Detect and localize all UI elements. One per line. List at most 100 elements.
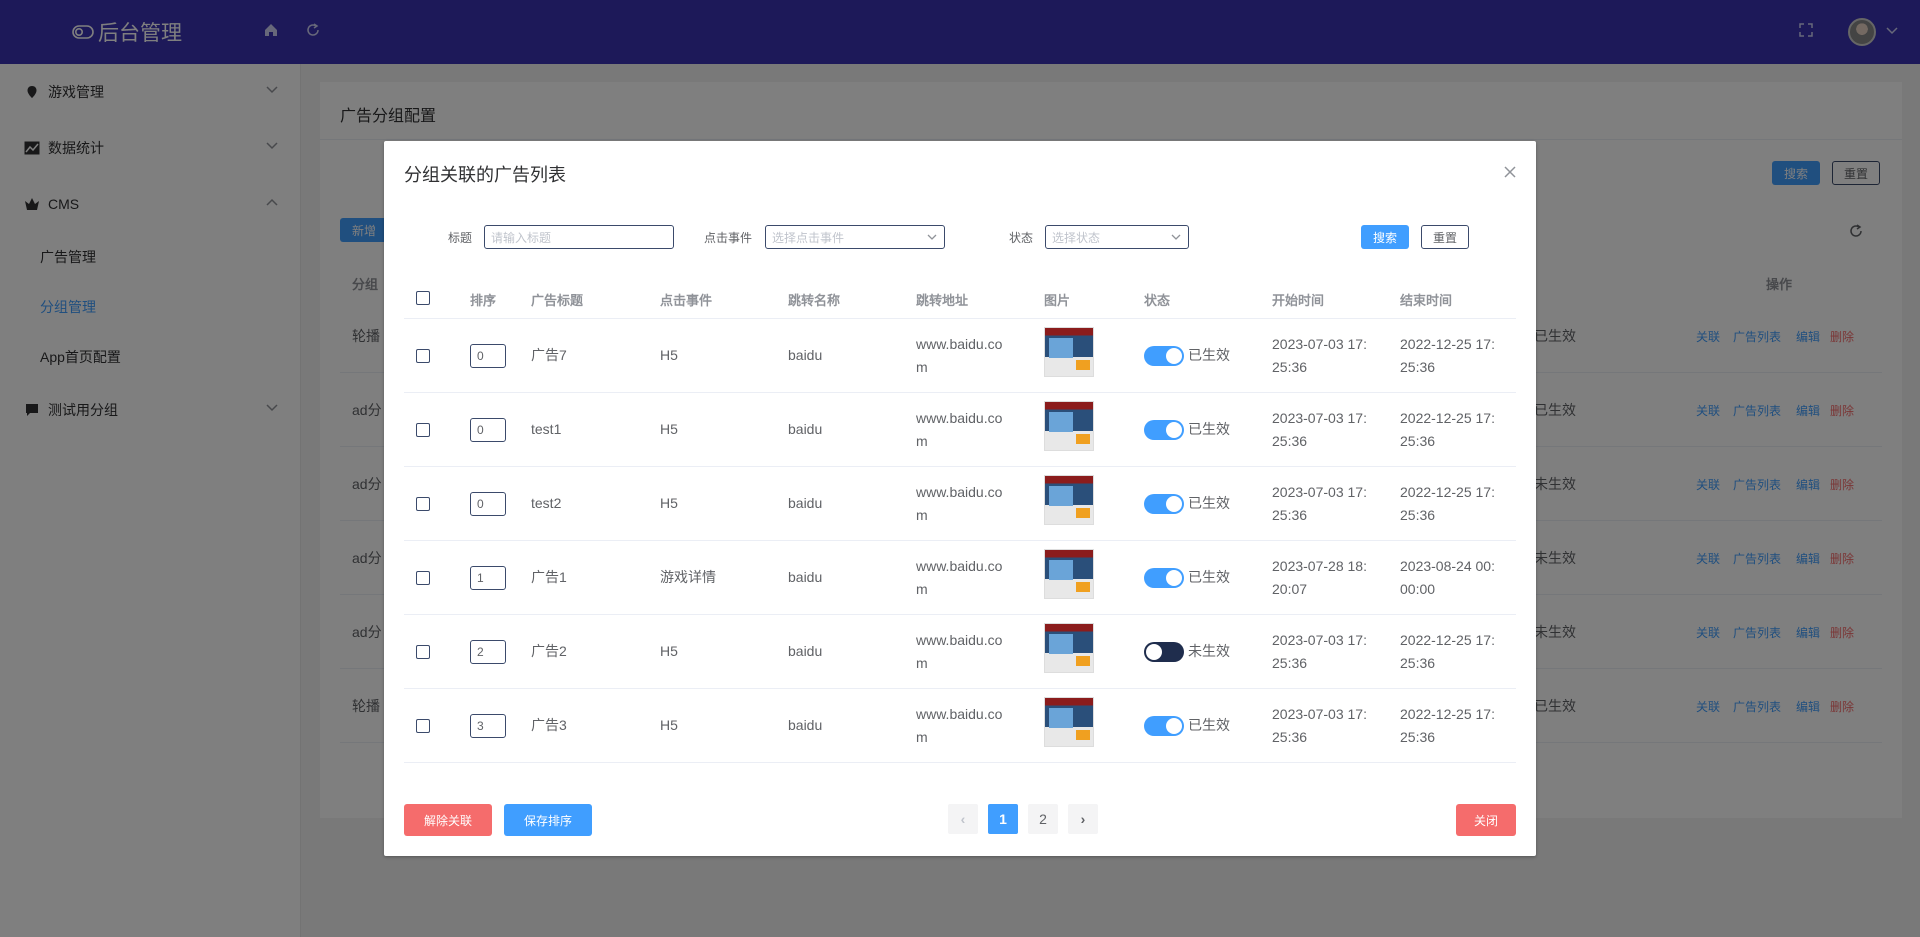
status-text: 已生效 bbox=[1188, 421, 1230, 437]
start-time-line: 2023-07-28 18: bbox=[1272, 558, 1367, 574]
ad-image-thumbnail[interactable] bbox=[1044, 401, 1094, 451]
close-icon[interactable] bbox=[1504, 166, 1516, 178]
select-all-checkbox[interactable] bbox=[416, 291, 430, 305]
end-time: 2023-08-24 00: 00:00 bbox=[1400, 555, 1495, 601]
column-header-end-time: 结束时间 bbox=[1400, 293, 1453, 308]
dialog-search-button[interactable]: 搜索 bbox=[1361, 225, 1409, 249]
jump-name: baidu bbox=[788, 643, 823, 659]
table-row: 0 test2 H5 baidu www.baidu.co m 已生效 2023-07-03 … bbox=[404, 467, 1516, 541]
row-checkbox[interactable] bbox=[416, 645, 430, 659]
ad-image-thumbnail[interactable] bbox=[1044, 475, 1094, 525]
toggle-knob bbox=[1146, 644, 1162, 660]
click-event: 游戏详情 bbox=[660, 569, 716, 585]
end-time: 2022-12-25 17: 25:36 bbox=[1400, 407, 1495, 453]
start-time: 2023-07-03 17: 25:36 bbox=[1272, 629, 1367, 675]
sort-order-input[interactable]: 0 bbox=[470, 418, 506, 442]
table-header: 排序 广告标题 点击事件 跳转名称 跳转地址 图片 状态 开始时间 结束时间 bbox=[404, 277, 1516, 319]
status-toggle[interactable] bbox=[1144, 716, 1184, 736]
dialog-reset-button[interactable]: 重置 bbox=[1421, 225, 1469, 249]
table-row: 1 广告1 游戏详情 baidu www.baidu.co m 已生效 2023-07-28 … bbox=[404, 541, 1516, 615]
column-header-url: 跳转地址 bbox=[916, 293, 969, 308]
jump-url-line: m bbox=[916, 359, 928, 375]
sort-order-input[interactable]: 1 bbox=[470, 566, 506, 590]
jump-name: baidu bbox=[788, 717, 823, 733]
start-time-line: 2023-07-03 17: bbox=[1272, 336, 1367, 352]
pagination-next-button[interactable]: › bbox=[1068, 804, 1098, 834]
start-time-line: 25:36 bbox=[1272, 655, 1308, 671]
jump-url-line: m bbox=[916, 581, 928, 597]
pagination-page-2[interactable]: 2 bbox=[1028, 804, 1058, 834]
jump-name: baidu bbox=[788, 569, 823, 585]
toggle-knob bbox=[1166, 570, 1182, 586]
table-row: 0 广告7 H5 baidu www.baidu.co m 已生效 2023-07-03 17… bbox=[404, 319, 1516, 393]
sort-order-input[interactable]: 0 bbox=[470, 492, 506, 516]
jump-url-line: m bbox=[916, 729, 928, 745]
status-toggle[interactable] bbox=[1144, 642, 1184, 662]
end-time-line: 25:36 bbox=[1400, 359, 1436, 375]
sort-order-input[interactable]: 3 bbox=[470, 714, 506, 738]
ad-image-thumbnail[interactable] bbox=[1044, 327, 1094, 377]
jump-url: www.baidu.co m bbox=[916, 629, 1002, 675]
row-checkbox[interactable] bbox=[416, 571, 430, 585]
ad-image-thumbnail[interactable] bbox=[1044, 549, 1094, 599]
close-button[interactable]: 关闭 bbox=[1456, 804, 1516, 836]
jump-url-line: www.baidu.co bbox=[916, 706, 1003, 722]
jump-url: www.baidu.co m bbox=[916, 703, 1002, 749]
status-toggle[interactable] bbox=[1144, 346, 1184, 366]
click-event: H5 bbox=[660, 421, 678, 437]
event-filter-label: 点击事件 bbox=[704, 231, 753, 245]
start-time-line: 2023-07-03 17: bbox=[1272, 632, 1367, 648]
toggle-knob bbox=[1166, 422, 1182, 438]
column-header-event: 点击事件 bbox=[660, 293, 713, 308]
start-time-line: 20:07 bbox=[1272, 581, 1308, 597]
end-time-line: 2022-12-25 17: bbox=[1400, 336, 1495, 352]
start-time-line: 25:36 bbox=[1272, 359, 1308, 375]
start-time: 2023-07-03 17: 25:36 bbox=[1272, 481, 1367, 527]
status-toggle[interactable] bbox=[1144, 420, 1184, 440]
ad-image-thumbnail[interactable] bbox=[1044, 697, 1094, 747]
row-checkbox[interactable] bbox=[416, 423, 430, 437]
status-text: 已生效 bbox=[1188, 347, 1230, 363]
table-row: 3 广告3 H5 baidu www.baidu.co m 已生效 2023-07-03 17… bbox=[404, 689, 1516, 763]
save-sort-button[interactable]: 保存排序 bbox=[504, 804, 592, 836]
sort-order-input[interactable]: 2 bbox=[470, 640, 506, 664]
jump-url-line: www.baidu.co bbox=[916, 336, 1003, 352]
jump-url: www.baidu.co m bbox=[916, 481, 1002, 527]
end-time-line: 25:36 bbox=[1400, 507, 1436, 523]
status-toggle[interactable] bbox=[1144, 568, 1184, 588]
pagination-prev-button[interactable]: ‹ bbox=[948, 804, 978, 834]
column-header-jump-name: 跳转名称 bbox=[788, 293, 841, 308]
status-text: 已生效 bbox=[1188, 569, 1230, 585]
status-text: 已生效 bbox=[1188, 717, 1230, 733]
ad-title: 广告1 bbox=[531, 569, 567, 585]
column-header-title: 广告标题 bbox=[531, 293, 584, 308]
toggle-knob bbox=[1166, 718, 1182, 734]
table-row: 2 广告2 H5 baidu www.baidu.co m 未生效 2023-07-03 17… bbox=[404, 615, 1516, 689]
ad-title: test1 bbox=[531, 421, 562, 437]
ad-title: 广告2 bbox=[531, 643, 567, 659]
jump-url: www.baidu.co m bbox=[916, 555, 1002, 601]
end-time: 2022-12-25 17: 25:36 bbox=[1400, 629, 1495, 675]
row-checkbox[interactable] bbox=[416, 719, 430, 733]
unlink-button[interactable]: 解除关联 bbox=[404, 804, 492, 836]
end-time-line: 2022-12-25 17: bbox=[1400, 632, 1495, 648]
row-checkbox[interactable] bbox=[416, 497, 430, 511]
status-toggle[interactable] bbox=[1144, 494, 1184, 514]
end-time-line: 25:36 bbox=[1400, 655, 1436, 671]
status-filter-select[interactable]: 选择状态 bbox=[1045, 225, 1189, 249]
ad-image-thumbnail[interactable] bbox=[1044, 623, 1094, 673]
title-filter-input[interactable]: 请输入标题 bbox=[484, 225, 674, 249]
column-header-status: 状态 bbox=[1144, 293, 1171, 308]
sort-order-input[interactable]: 0 bbox=[470, 344, 506, 368]
ad-list-dialog: 分组关联的广告列表 标题 请输入标题 点击事件 选择点击事件 状态 选择状态 搜… bbox=[384, 141, 1536, 856]
pagination-page-1[interactable]: 1 bbox=[988, 804, 1018, 834]
jump-url-line: m bbox=[916, 507, 928, 523]
column-header-start-time: 开始时间 bbox=[1272, 293, 1325, 308]
event-filter-select[interactable]: 选择点击事件 bbox=[765, 225, 945, 249]
start-time: 2023-07-03 17: 25:36 bbox=[1272, 703, 1367, 749]
chevron-down-icon bbox=[927, 234, 937, 240]
status-filter-label: 状态 bbox=[1009, 231, 1034, 245]
end-time: 2022-12-25 17: 25:36 bbox=[1400, 333, 1495, 379]
row-checkbox[interactable] bbox=[416, 349, 430, 363]
ad-table: 排序 广告标题 点击事件 跳转名称 跳转地址 图片 状态 开始时间 结束时间 0… bbox=[404, 277, 1516, 763]
